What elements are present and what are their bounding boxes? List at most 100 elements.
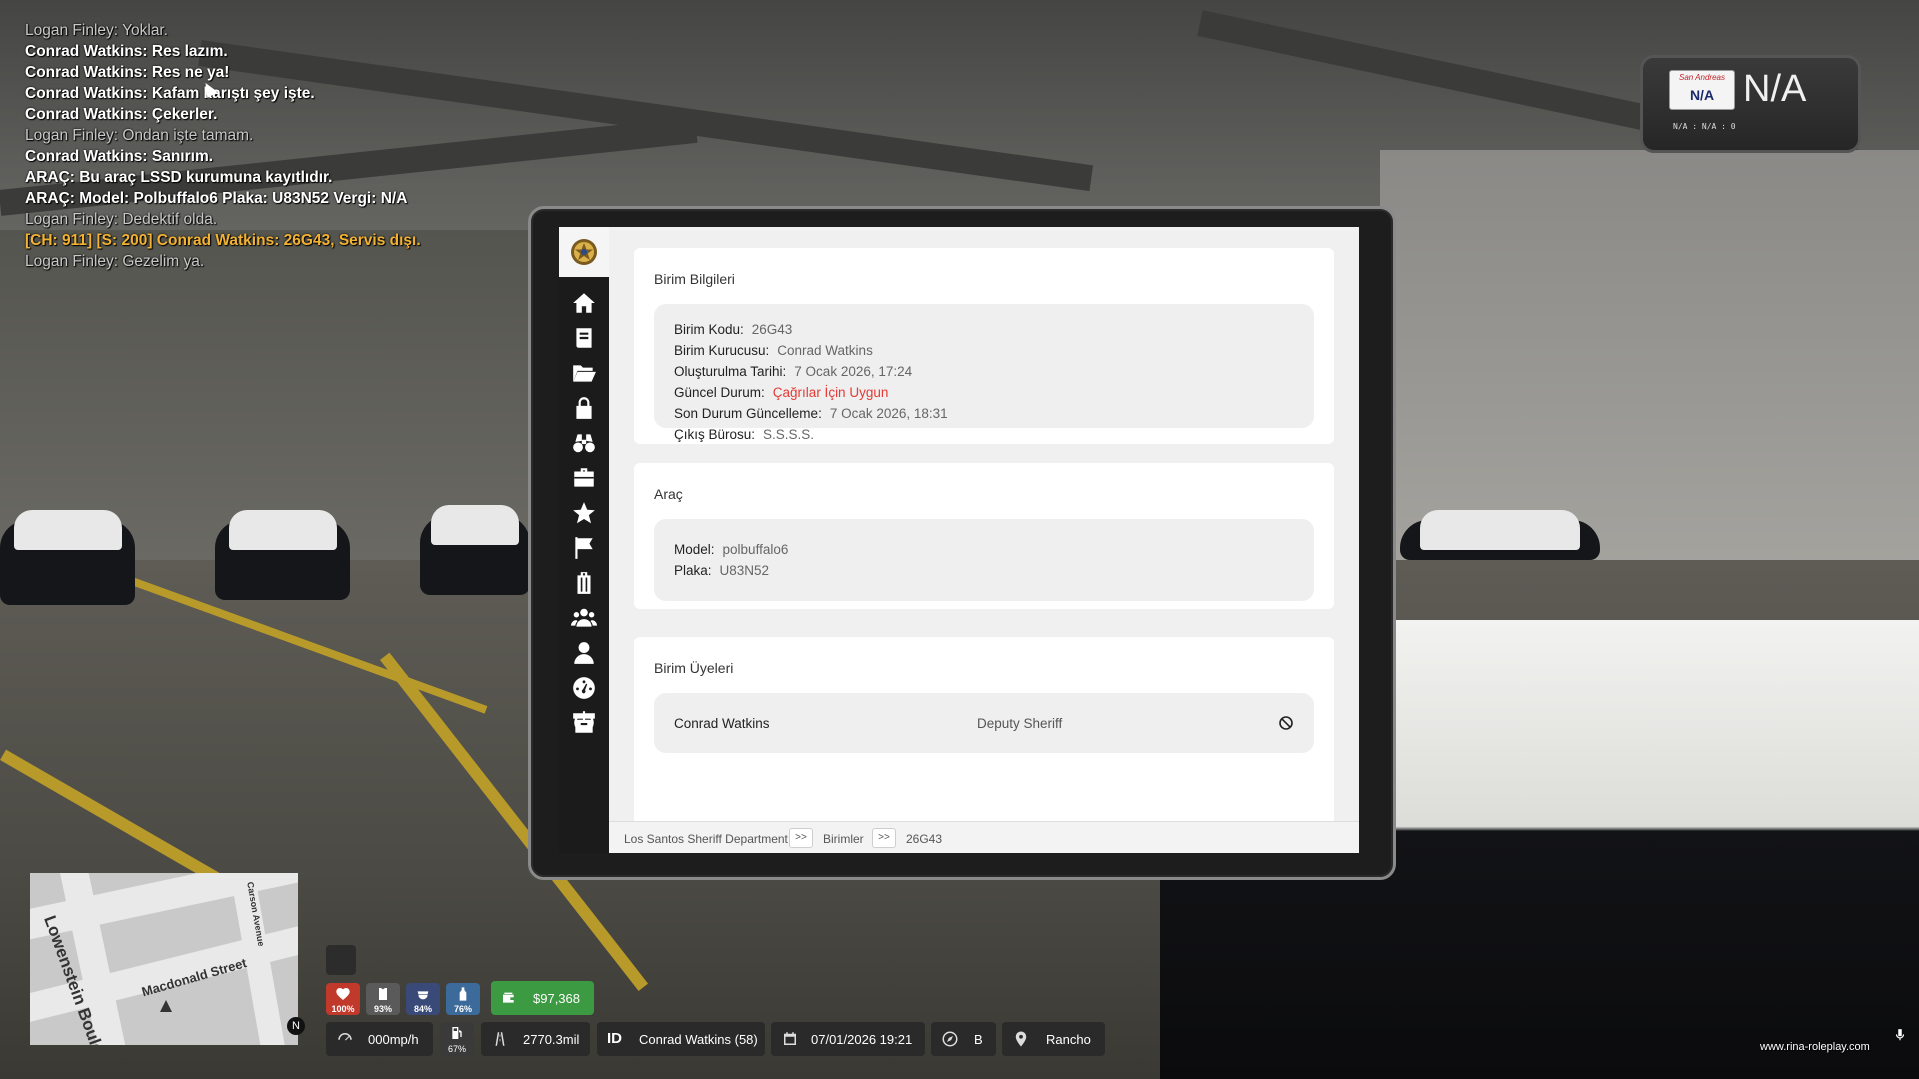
chat-message: Logan Finley: Yoklar. xyxy=(25,22,169,39)
fuel-pump-icon xyxy=(452,1027,462,1039)
sheriff-badge-icon[interactable] xyxy=(559,227,609,277)
info-label: Model: xyxy=(674,542,715,557)
home-icon[interactable] xyxy=(559,288,609,318)
breadcrumb-item[interactable]: Birimler xyxy=(823,832,864,846)
info-value: Conrad Watkins xyxy=(777,343,873,358)
member-row[interactable]: Conrad Watkins Deputy Sheriff xyxy=(654,693,1314,753)
road-icon xyxy=(495,1032,505,1046)
money-display: $97,368 xyxy=(491,981,594,1015)
info-value: Çağrılar İçin Uygun xyxy=(772,385,889,400)
compass-icon xyxy=(942,1031,958,1047)
chat-message: Conrad Watkins: Res lazım. xyxy=(25,43,228,60)
chat-message: Logan Finley: Ondan işte tamam. xyxy=(25,127,254,144)
chat-message: [CH: 911] [S: 200] Conrad Watkins: 26G43… xyxy=(25,232,421,249)
mdt-sidebar xyxy=(559,227,609,853)
speed-display: 000mp/h xyxy=(326,1022,433,1056)
info-label: Birim Kodu: xyxy=(674,322,744,337)
breadcrumb-item[interactable]: 26G43 xyxy=(906,832,942,846)
parked-police-car xyxy=(420,505,530,595)
info-label: Son Durum Güncelleme: xyxy=(674,406,822,421)
chat-message: ARAÇ: Bu araç LSSD kurumuna kayıtlıdır. xyxy=(25,169,333,186)
info-value: S.S.S.S. xyxy=(763,427,815,442)
calendar-icon xyxy=(784,1032,796,1045)
license-plate-image: San Andreas N/A xyxy=(1669,70,1735,110)
food-icon xyxy=(417,991,429,1000)
compass-north: N xyxy=(287,1017,305,1035)
info-value: 26G43 xyxy=(751,322,793,337)
mileage-display: 2770.3mil xyxy=(481,1022,590,1056)
mdt-screen: Birim Bilgileri Birim Kodu: 26G43 Birim Ku… xyxy=(559,227,1359,853)
star-icon[interactable] xyxy=(559,498,609,528)
breadcrumb: Los Santos Sheriff Department >> Birimle… xyxy=(609,821,1359,853)
user-icon[interactable] xyxy=(559,638,609,668)
plate-reader-text: N/A xyxy=(1743,68,1807,110)
direction-display: B xyxy=(931,1022,996,1056)
chat-message: Conrad Watkins: Res ne ya! xyxy=(25,64,230,81)
server-website: www.rina-roleplay.com xyxy=(1760,1041,1870,1053)
heart-icon xyxy=(336,988,350,1000)
info-label: Çıkış Bürosu: xyxy=(674,427,756,442)
dashboard-icon[interactable] xyxy=(559,673,609,703)
users-icon[interactable] xyxy=(559,603,609,633)
vehicle-details: Model: polbuffalo6 Plaka: U83N52 xyxy=(654,519,1314,601)
fuel-display: 67% xyxy=(440,1022,474,1056)
location-display: Rancho xyxy=(1002,1022,1105,1056)
breadcrumb-separator: >> xyxy=(872,828,896,848)
armor-icon xyxy=(379,988,387,1000)
player-id-display: ID Conrad Watkins (58) xyxy=(597,1022,765,1056)
breadcrumb-separator: >> xyxy=(789,828,813,848)
folder-open-icon[interactable] xyxy=(559,358,609,388)
remove-member-icon[interactable] xyxy=(1278,715,1294,731)
vehicle-title: Araç xyxy=(654,486,683,502)
chat-message: ARAÇ: Model: Polbuffalo6 Plaka: U83N52 V… xyxy=(25,190,408,207)
members-title: Birim Üyeleri xyxy=(654,660,734,676)
id-badge: ID xyxy=(607,1030,622,1047)
speedometer-icon xyxy=(338,1033,352,1041)
vehicle-card: Araç Model: polbuffalo6 Plaka: U83N52 xyxy=(634,463,1334,609)
chat-message: Conrad Watkins: Sanırım. xyxy=(25,148,214,165)
parked-police-car xyxy=(0,510,135,605)
members-card: Birim Üyeleri Conrad Watkins Deputy Sher… xyxy=(634,637,1334,821)
chat-message: Logan Finley: Gezelim ya. xyxy=(25,253,205,270)
parked-police-car xyxy=(1400,510,1600,560)
info-label: Birim Kurucusu: xyxy=(674,343,770,358)
briefcase-icon[interactable] xyxy=(559,463,609,493)
wallet-icon xyxy=(503,992,515,1003)
hunger-stat: 84% xyxy=(406,983,440,1015)
power-icon[interactable] xyxy=(559,707,609,737)
info-value: polbuffalo6 xyxy=(722,542,789,557)
thirst-stat: 76% xyxy=(446,983,480,1015)
member-rank: Deputy Sheriff xyxy=(977,716,1063,731)
luggage-icon[interactable] xyxy=(559,568,609,598)
health-stat: 100% xyxy=(326,983,360,1015)
voice-indicator xyxy=(326,945,356,975)
datetime-display: 07/01/2026 19:21 xyxy=(771,1022,925,1056)
info-row: Birim Kodu: 26G43 xyxy=(674,322,792,337)
drink-icon xyxy=(459,987,467,1001)
info-row: Birim Kurucusu: Conrad Watkins xyxy=(674,343,873,358)
member-name: Conrad Watkins xyxy=(674,716,770,731)
mdt-content: Birim Bilgileri Birim Kodu: 26G43 Birim Ku… xyxy=(609,227,1359,821)
info-label: Güncel Durum: xyxy=(674,385,765,400)
chat-message: Conrad Watkins: Çekerler. xyxy=(25,106,218,123)
info-row: Model: polbuffalo6 xyxy=(674,542,788,557)
info-row: Güncel Durum: Çağrılar İçin Uygun xyxy=(674,385,888,400)
info-value: 7 Ocak 2026, 17:24 xyxy=(794,364,913,379)
chat-message: Conrad Watkins: Kafam karıştı şey işte. xyxy=(25,85,315,102)
book-icon[interactable] xyxy=(559,323,609,353)
player-arrow-icon xyxy=(160,1000,172,1012)
info-row: Son Durum Güncelleme: 7 Ocak 2026, 18:31 xyxy=(674,406,948,421)
info-value: U83N52 xyxy=(719,563,770,578)
lock-icon[interactable] xyxy=(559,393,609,423)
microphone-icon xyxy=(1893,1028,1907,1042)
info-row: Plaka: U83N52 xyxy=(674,563,769,578)
plate-reader-subtext: N/A : N/A : 0 xyxy=(1673,122,1736,131)
unit-info-card: Birim Bilgileri Birim Kodu: 26G43 Birim Ku… xyxy=(634,248,1334,444)
breadcrumb-item[interactable]: Los Santos Sheriff Department xyxy=(624,832,788,846)
flag-icon[interactable] xyxy=(559,533,609,563)
armor-stat: 93% xyxy=(366,983,400,1015)
chat-log: Logan Finley: Yoklar. Conrad Watkins: Res… xyxy=(25,20,421,272)
binoculars-icon[interactable] xyxy=(559,428,609,458)
info-row: Çıkış Bürosu: S.S.S.S. xyxy=(674,427,814,442)
info-value: 7 Ocak 2026, 18:31 xyxy=(829,406,948,421)
